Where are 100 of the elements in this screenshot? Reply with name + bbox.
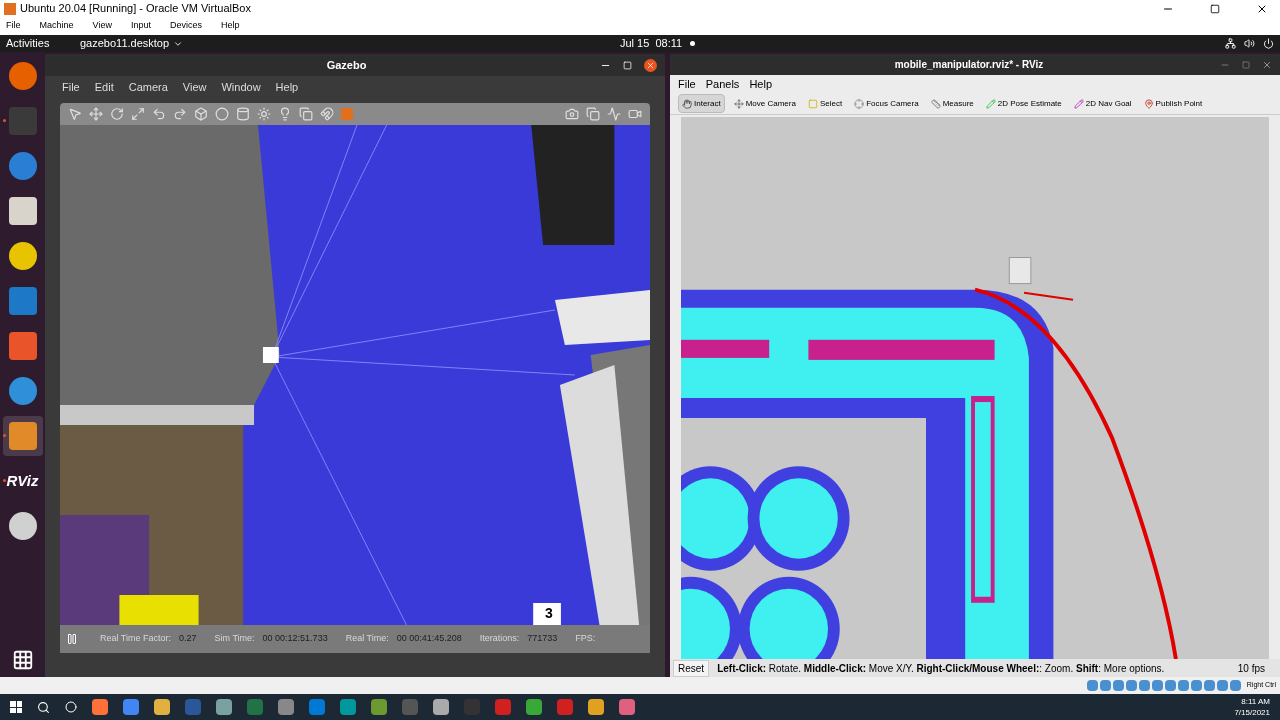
search-icon[interactable]: [37, 700, 50, 714]
device-icon[interactable]: [1216, 680, 1228, 691]
taskbar-app-icon[interactable]: [402, 699, 418, 715]
sun-icon[interactable]: [257, 107, 271, 121]
taskbar-app-icon[interactable]: [278, 699, 294, 715]
menu-item[interactable]: File: [6, 19, 21, 33]
device-icon[interactable]: [1151, 680, 1163, 691]
status-label: Iterations:: [479, 632, 520, 646]
tool-button[interactable]: Publish Point: [1140, 94, 1206, 113]
simulation-viewport-drawing[interactable]: [60, 125, 650, 625]
rotate-icon[interactable]: [110, 107, 124, 121]
taskbar-app-icon[interactable]: [526, 699, 542, 715]
taskbar-app-icon[interactable]: [309, 699, 325, 715]
tool-button[interactable]: 2D Nav Goal: [1070, 94, 1135, 113]
menu-item[interactable]: Help: [749, 75, 772, 93]
dock-item[interactable]: RViz: [2, 461, 43, 501]
taskbar-app-icon[interactable]: [619, 699, 635, 715]
windows-start-icon[interactable]: [10, 701, 22, 713]
task-view-icon[interactable]: [65, 701, 77, 713]
device-icon[interactable]: [1086, 680, 1098, 691]
clock[interactable]: Jul 15 08:11: [620, 35, 683, 52]
device-icon[interactable]: [1190, 680, 1202, 691]
tool-button[interactable]: Interact: [678, 94, 725, 113]
video-icon[interactable]: [628, 107, 642, 121]
select-arrow-icon[interactable]: [68, 107, 82, 121]
camera-icon[interactable]: [565, 107, 579, 121]
tool-button[interactable]: Move Camera: [730, 94, 799, 113]
square-icon: [807, 98, 818, 109]
menu-item[interactable]: Input: [130, 19, 151, 33]
menu-item[interactable]: Camera: [128, 78, 168, 96]
activities-button[interactable]: Activities: [6, 35, 72, 52]
app-menu[interactable]: gazebo11.desktop: [80, 35, 620, 52]
volume-icon[interactable]: [1244, 38, 1255, 49]
status-value: 0.27: [179, 632, 197, 646]
tool-button[interactable]: Select: [804, 94, 846, 113]
color-square-icon[interactable]: [341, 108, 353, 120]
taskbar-app-icon[interactable]: [557, 699, 573, 715]
pin-icon: [1143, 98, 1154, 109]
lightbulb-icon[interactable]: [278, 107, 292, 121]
running-indicator-icon: [2, 434, 6, 437]
dock-item[interactable]: [2, 416, 43, 456]
taskbar-app-icon[interactable]: [588, 699, 604, 715]
taskbar-app-icon[interactable]: [123, 699, 139, 715]
sphere-icon[interactable]: [215, 107, 229, 121]
taskbar-app-icon[interactable]: [371, 699, 387, 715]
menu-item[interactable]: Help: [275, 78, 299, 96]
box-icon[interactable]: [194, 107, 208, 121]
app-icon: [8, 287, 37, 315]
tool-button[interactable]: 2D Pose Estimate: [982, 94, 1065, 113]
status-label: Sim Time:: [214, 632, 255, 646]
app-grid-icon[interactable]: [11, 649, 34, 671]
scale-icon[interactable]: [131, 107, 145, 121]
menu-item[interactable]: Window: [221, 78, 261, 96]
app-icon: [8, 152, 37, 180]
magnet-icon[interactable]: [320, 107, 334, 121]
copy-icon[interactable]: [299, 107, 313, 121]
move-icon[interactable]: [89, 107, 103, 121]
device-icon[interactable]: [1125, 680, 1137, 691]
device-icon[interactable]: [1203, 680, 1215, 691]
menu-item[interactable]: View: [92, 19, 112, 33]
menu-item[interactable]: Panels: [705, 75, 740, 93]
taskbar-app-icon[interactable]: [340, 699, 356, 715]
taskbar-app-icon[interactable]: [433, 699, 449, 715]
taskbar-time[interactable]: 8:11 AM: [1241, 696, 1270, 707]
taskbar-app-icon[interactable]: [247, 699, 263, 715]
device-icon[interactable]: [1177, 680, 1189, 691]
menu-item[interactable]: Edit: [94, 78, 114, 96]
tool-button[interactable]: Measure: [927, 94, 977, 113]
menu-item[interactable]: File: [678, 75, 696, 93]
tool-button[interactable]: Focus Camera: [851, 94, 922, 113]
network-icon[interactable]: [1225, 38, 1236, 49]
taskbar-date[interactable]: 7/15/2021: [1234, 707, 1270, 718]
taskbar-app-icon[interactable]: [154, 699, 170, 715]
close-button[interactable]: [644, 58, 657, 72]
device-icon[interactable]: [1164, 680, 1176, 691]
plot-icon[interactable]: [607, 107, 621, 121]
device-icon[interactable]: [1138, 680, 1150, 691]
taskbar-app-icon[interactable]: [92, 699, 108, 715]
pause-icon[interactable]: [66, 633, 78, 645]
device-icon[interactable]: [1099, 680, 1111, 691]
taskbar-app-icon[interactable]: [216, 699, 232, 715]
maximize-icon[interactable]: [1210, 3, 1220, 14]
reset-button[interactable]: Reset: [673, 659, 710, 677]
taskbar-app-icon[interactable]: [495, 699, 511, 715]
device-icon[interactable]: [1229, 680, 1241, 691]
undo-icon[interactable]: [152, 107, 166, 121]
menu-item[interactable]: View: [182, 78, 207, 96]
power-icon[interactable]: [1263, 38, 1274, 49]
status-label: Real Time Factor:: [100, 632, 172, 646]
running-indicator-icon: [2, 479, 6, 482]
device-icon[interactable]: [1112, 680, 1124, 691]
costmap-drawing[interactable]: [681, 117, 1269, 659]
menu-item[interactable]: Help: [220, 19, 240, 33]
menu-item[interactable]: Machine: [39, 19, 74, 33]
taskbar-app-icon[interactable]: [185, 699, 201, 715]
redo-icon[interactable]: [173, 107, 187, 121]
app-icon: [8, 242, 37, 270]
menu-item[interactable]: File: [62, 78, 80, 96]
cylinder-icon[interactable]: [236, 107, 250, 121]
menu-item[interactable]: Devices: [169, 19, 202, 33]
